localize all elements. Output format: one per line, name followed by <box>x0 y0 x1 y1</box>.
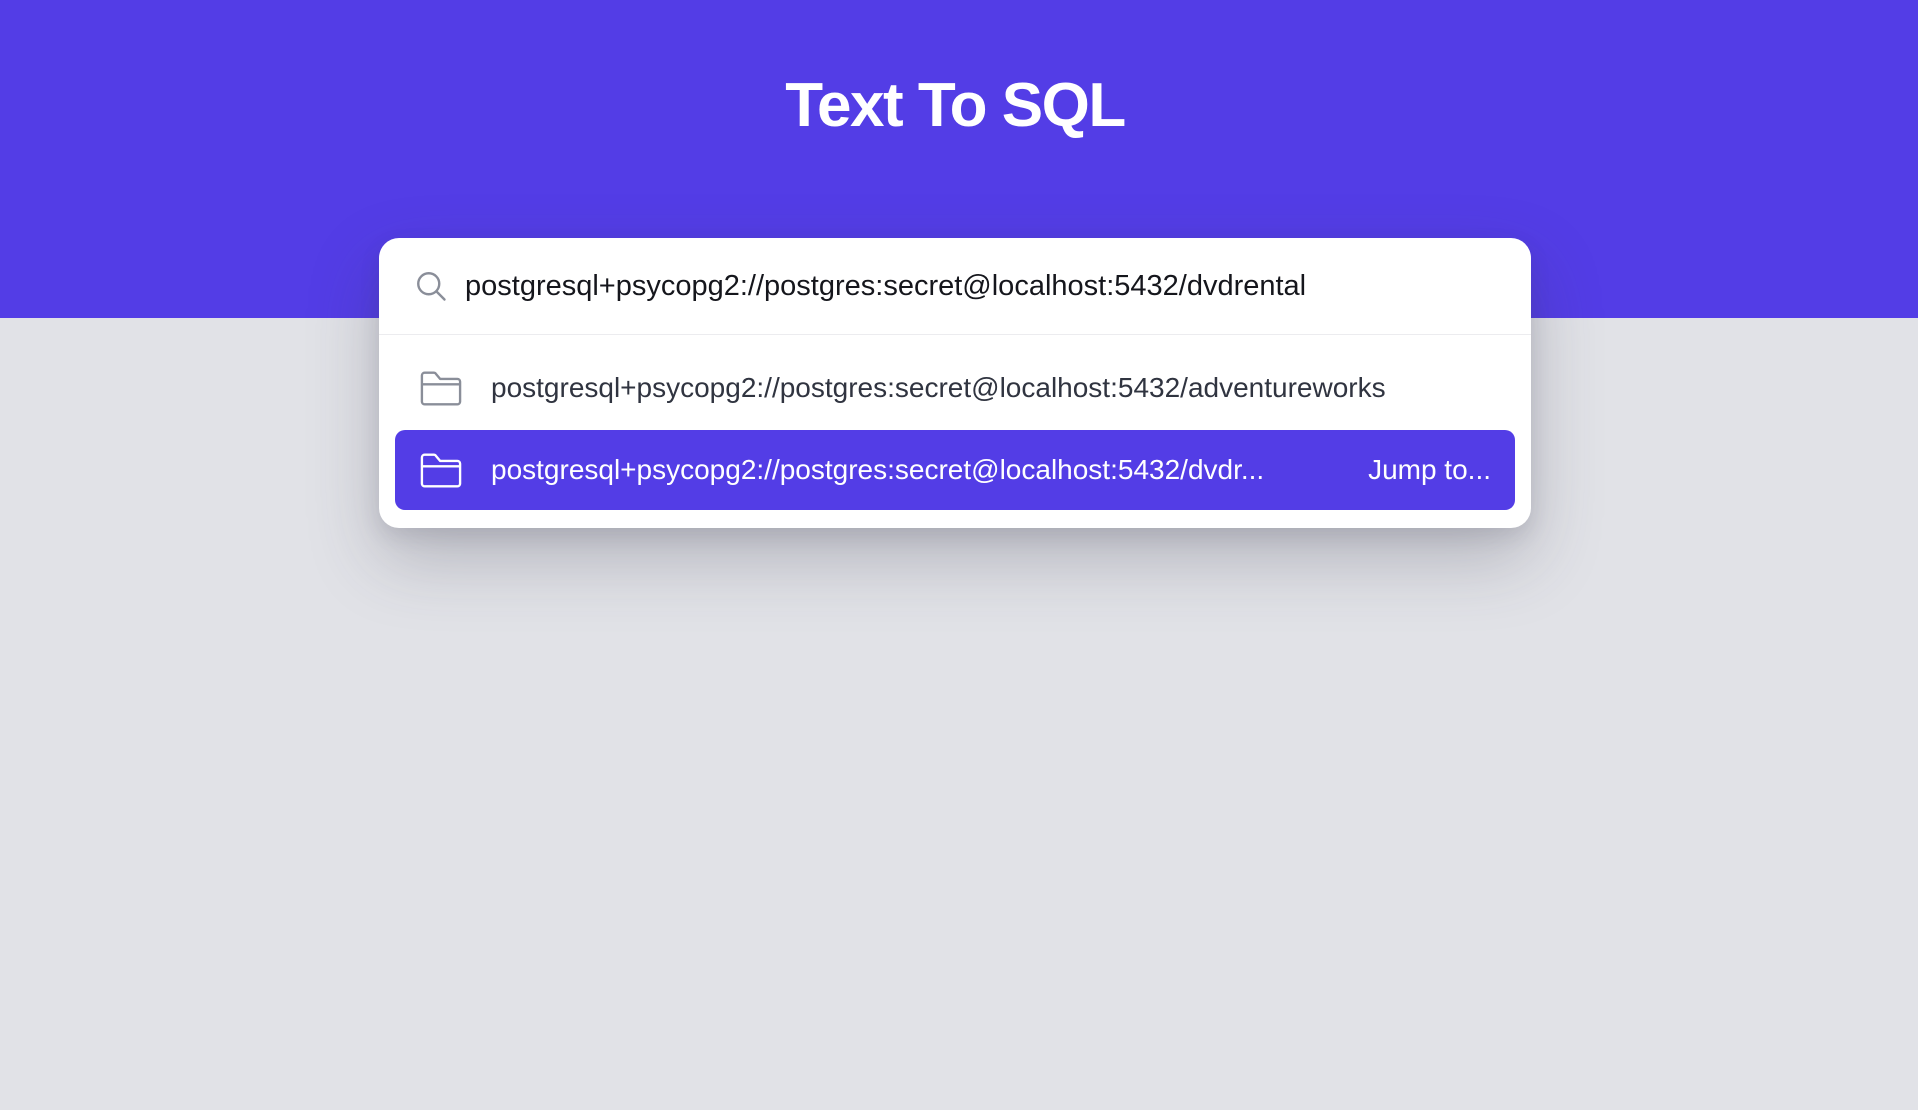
result-item-label: postgresql+psycopg2://postgres:secret@lo… <box>491 372 1386 403</box>
search-icon <box>417 272 446 301</box>
command-palette: postgresql+psycopg2://postgres:secret@lo… <box>379 238 1531 528</box>
search-input[interactable] <box>465 258 1505 314</box>
page-title: Text To SQL <box>785 71 1126 140</box>
jump-to-hint: Jump to... <box>1368 454 1491 485</box>
folder-icon <box>420 453 462 488</box>
result-item-dvdrental[interactable]: postgresql+psycopg2://postgres:secret@lo… <box>395 430 1515 510</box>
result-item-adventureworks[interactable]: postgresql+psycopg2://postgres:secret@lo… <box>395 348 1515 428</box>
result-item-label: postgresql+psycopg2://postgres:secret@lo… <box>491 454 1265 485</box>
folder-icon <box>420 371 462 406</box>
search-bar <box>379 238 1531 335</box>
